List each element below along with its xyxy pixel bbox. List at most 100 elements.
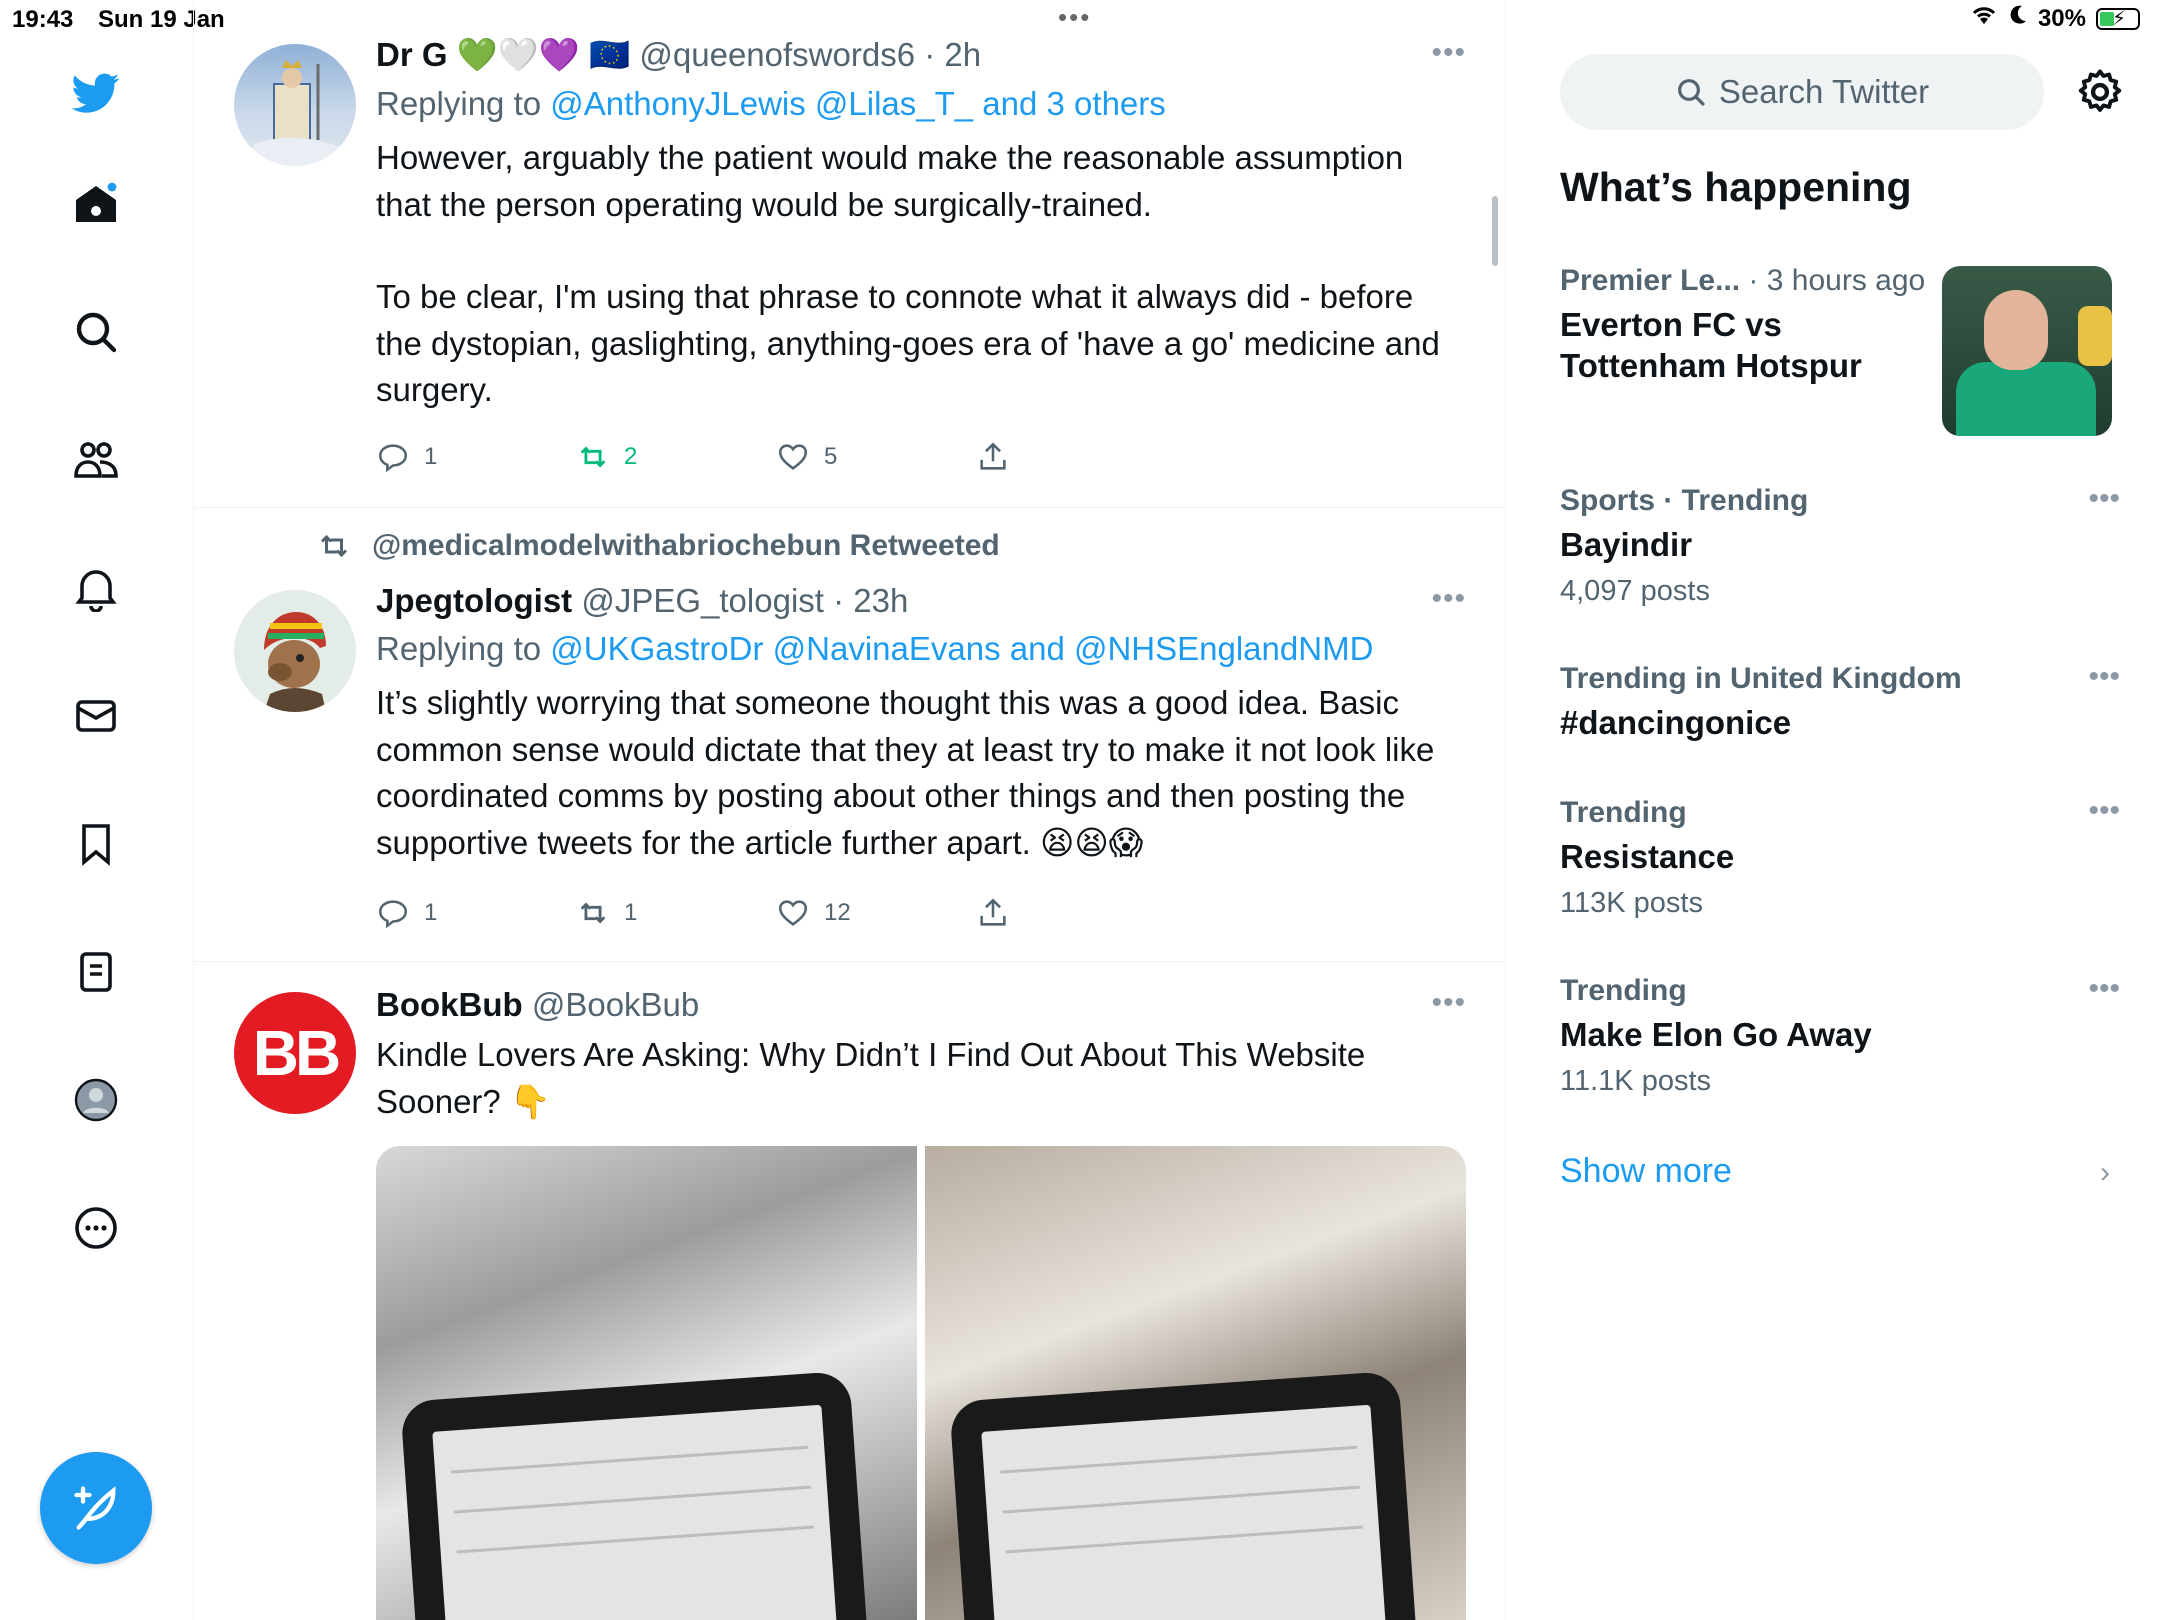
heart-icon [778,444,808,470]
retweeted-by: @medicalmodelwithabriochebun Retweeted [316,528,1000,564]
retweet-button[interactable]: 2 [576,440,637,474]
avatar[interactable]: BB [234,992,356,1114]
author-name-emojis: 💚🤍💜 🇪🇺 [456,36,631,73]
author-handle[interactable]: @queenofswords6 [639,36,915,73]
trend-more-icon[interactable]: ••• [2088,972,2120,1006]
tweet-header: BookBub @BookBub [376,986,1466,1024]
author-name[interactable]: Dr G [376,36,448,73]
twitter-logo-icon[interactable] [66,62,126,122]
tweet-media-image[interactable] [376,1146,917,1620]
trend-category: Trending [1560,796,1687,829]
trend-category: Trending [1560,974,1687,1007]
like-button[interactable]: 5 [776,440,837,474]
avatar[interactable] [234,44,356,166]
profile-avatar-icon[interactable] [66,1070,126,1130]
left-nav [0,0,194,1620]
tweet-more-icon[interactable]: ••• [1431,36,1466,70]
trend-topic: Bayindir [1560,526,1693,563]
trend-count: 4,097 posts [1560,575,1710,607]
home-icon[interactable] [66,174,126,234]
tweet-more-icon[interactable]: ••• [1431,986,1466,1020]
retweeted-by-label[interactable]: @medicalmodelwithabriochebun Retweeted [372,529,1000,563]
communities-icon[interactable] [66,430,126,490]
replying-to: Replying to @UKGastroDr @NavinaEvans and… [376,630,1466,668]
reply-button[interactable]: 1 [376,896,437,930]
retweet-count: 1 [624,899,638,926]
search-icon[interactable] [66,302,126,362]
replying-prefix: Replying to [376,630,551,667]
search-icon [1677,79,1705,106]
tweet-media-images[interactable] [376,1146,1466,1620]
kindle-device-image [949,1370,1419,1620]
trend-more-icon[interactable]: ••• [2088,482,2120,516]
like-count: 5 [824,443,838,470]
share-icon [980,898,1006,926]
retweet-button[interactable]: 1 [576,896,637,930]
replying-to-links[interactable]: @AnthonyJLewis @Lilas_T_ and 3 others [550,85,1166,122]
notifications-bell-icon[interactable] [66,558,126,618]
avatar[interactable] [234,590,356,712]
tweet-text: However, arguably the patient would make… [376,135,1466,414]
more-options-icon[interactable] [66,1198,126,1258]
lists-icon[interactable] [66,942,126,1002]
replying-to-links[interactable]: @UKGastroDr @NavinaEvans and @NHSEngland… [550,630,1373,667]
tweet-media-image[interactable] [925,1146,1466,1620]
chevron-right-icon[interactable]: › [2100,1156,2110,1190]
avatar-text: BB [252,1017,341,1089]
trend-topic: Make Elon Go Away [1560,1016,1872,1053]
tweet-text-paragraph: However, arguably the patient would make… [376,139,1404,223]
trend-item[interactable]: Sports · Trending Bayindir 4,097 posts •… [1560,482,2120,608]
tweet-text-paragraph: To be clear, I'm using that phrase to co… [376,278,1440,408]
tweet-more-icon[interactable]: ••• [1431,582,1466,616]
settings-gear-icon[interactable] [2074,66,2126,118]
compose-tweet-button[interactable] [40,1452,152,1564]
tweet-time[interactable]: · 23h [833,582,908,619]
show-more-link[interactable]: Show more [1560,1152,1732,1191]
reply-button[interactable]: 1 [376,440,437,474]
trend-thumbnail-image[interactable] [1942,266,2112,436]
messages-envelope-icon[interactable] [66,686,126,746]
trend-topic: Everton FC vs Tottenham Hotspur [1560,306,1862,384]
bookmarks-icon[interactable] [66,814,126,874]
author-name[interactable]: Jpegtologist [376,582,572,619]
like-count: 12 [824,899,851,926]
author-name[interactable]: BookBub [376,986,523,1023]
trend-topic: #dancingonice [1560,704,1792,741]
tweet-header: Jpegtologist @JPEG_tologist · 23h [376,582,1466,620]
trend-item[interactable]: Trending Resistance 113K posts ••• [1560,794,2120,920]
timeline-scrollbar[interactable] [1492,196,1498,266]
tweet[interactable]: Dr G 💚🤍💜 🇪🇺 @queenofswords6 · 2h ••• Rep… [194,0,1505,508]
search-placeholder: Search Twitter [1718,73,1930,110]
like-button[interactable]: 12 [776,896,851,930]
trend-more-icon[interactable]: ••• [2088,660,2120,694]
trend-count: 11.1K posts [1560,1065,1712,1097]
trend-meta: Premier Le... · 3 hours ago [1560,264,1940,298]
trend-time: · 3 hours ago [1740,264,1926,297]
feather-plus-icon [74,1486,116,1530]
retweet-small-icon [320,534,348,558]
tweet-actions: 1 1 12 [376,896,1076,936]
author-handle[interactable]: @BookBub [532,986,699,1023]
tweet-header: Dr G 💚🤍💜 🇪🇺 @queenofswords6 · 2h [376,36,1466,75]
replying-to: Replying to @AnthonyJLewis @Lilas_T_ and… [376,85,1466,123]
trend-item[interactable]: Trending in United Kingdom #dancingonice… [1560,660,2120,743]
heart-icon [778,900,808,926]
retweet-count: 2 [624,443,638,470]
retweet-icon [580,902,606,924]
trend-item[interactable]: Premier Le... · 3 hours ago Everton FC v… [1560,264,1940,386]
trend-item[interactable]: Trending Make Elon Go Away 11.1K posts •… [1560,972,2120,1098]
trend-category: Sports · Trending [1560,484,1809,517]
share-button[interactable] [976,896,1010,930]
reply-count: 1 [424,899,438,926]
timeline[interactable]: Dr G 💚🤍💜 🇪🇺 @queenofswords6 · 2h ••• Rep… [194,0,1506,1620]
tweet[interactable]: @medicalmodelwithabriochebun Retweeted J… [194,508,1505,962]
tweet-text: It’s slightly worrying that someone thou… [376,684,1435,861]
tweet-time[interactable]: · 2h [924,36,981,73]
share-button[interactable] [976,440,1010,474]
author-handle[interactable]: @JPEG_tologist [581,582,824,619]
trend-more-icon[interactable]: ••• [2088,794,2120,828]
trend-count: 113K posts [1560,887,1703,919]
whats-happening-title: What’s happening [1560,164,1912,210]
reply-icon [378,444,408,473]
search-input[interactable]: Search Twitter [1560,54,2044,130]
